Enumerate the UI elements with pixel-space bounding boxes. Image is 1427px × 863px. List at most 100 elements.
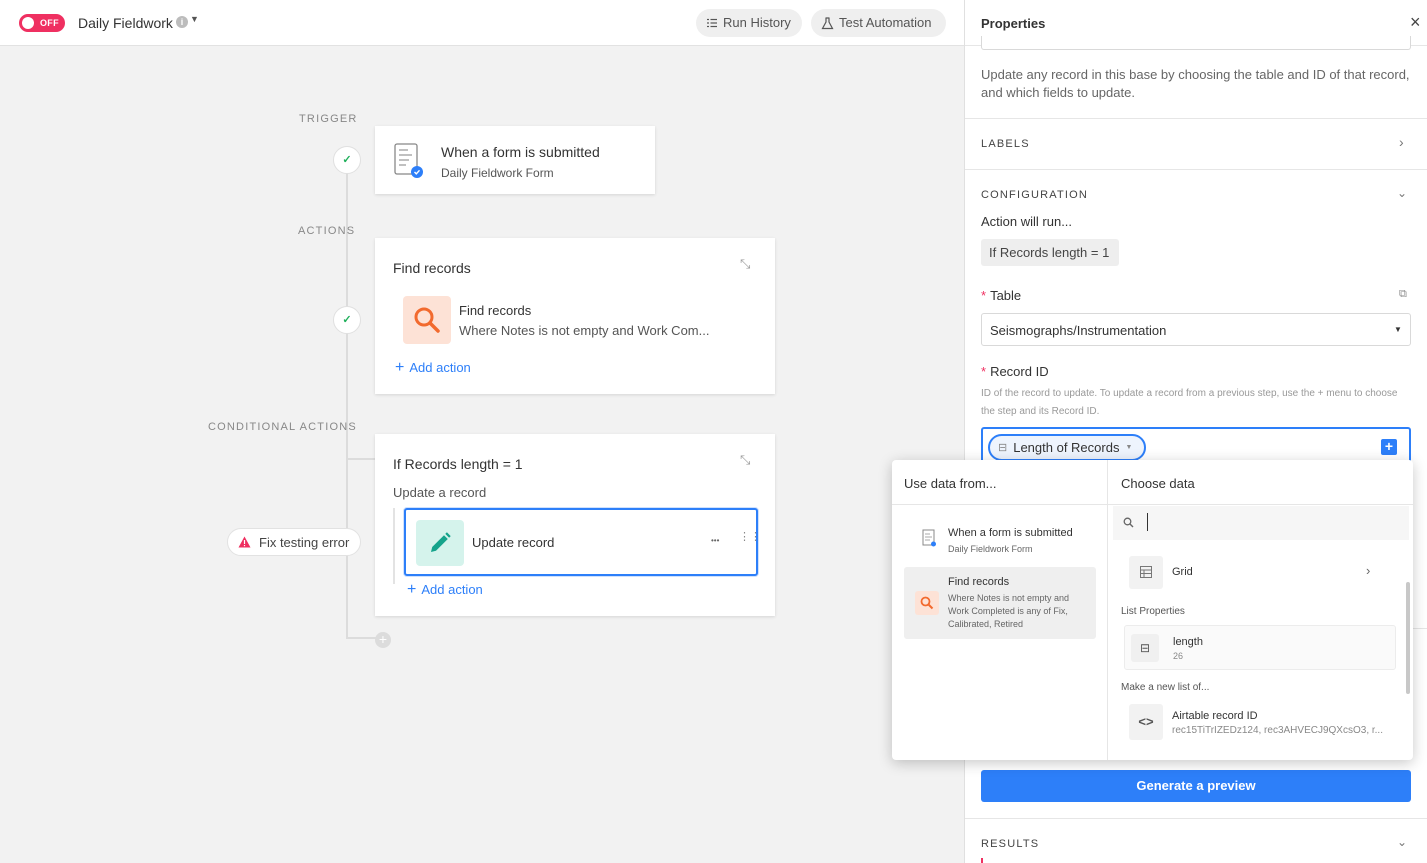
configuration-section-label: CONFIGURATION [981,189,1089,201]
will-run-label: Action will run... [981,214,1073,229]
search-icon [915,591,939,615]
source-title: Find records [948,576,1010,588]
find-action-title: Find records [459,303,532,318]
code-icon: <> [1129,704,1163,740]
trigger-check-icon: ✓ [333,146,361,174]
insert-data-plus-icon[interactable]: + [1381,439,1397,455]
select-caret-icon: ▼ [1394,325,1402,334]
conditional-card[interactable]: If Records length = 1 ⤡ Update a record … [375,434,775,616]
make-list-label: Make a new list of... [1121,682,1210,693]
source-title: When a form is submitted [948,527,1073,539]
chevron-down-icon[interactable]: ⌄ [1397,835,1407,849]
condition-chip[interactable]: If Records length = 1 [981,239,1119,266]
flask-icon [821,16,834,29]
table-select-value: Seismographs/Instrumentation [990,323,1167,338]
divider [892,504,1108,505]
automation-name[interactable]: Daily Fieldwork [78,15,173,31]
chevron-right-icon[interactable]: › [1399,134,1404,150]
use-data-from-header: Use data from... [904,476,997,491]
popup-scrollbar[interactable] [1406,582,1410,694]
record-id-token[interactable]: ⊟ Length of Records ▼ [988,434,1146,461]
test-automation-label: Test Automation [839,15,932,30]
source-item-form[interactable]: When a form is submitted Daily Fieldwork… [904,518,1096,562]
branch-line [346,458,376,460]
field-token-icon: ⊟ [998,442,1008,454]
record-id-help: ID of the record to update. To update a … [981,388,1398,417]
record-id-label: * Record ID [981,364,1049,379]
choose-data-header: Choose data [1121,476,1195,491]
length-item-name: length [1173,636,1203,648]
add-action-label: Add action [421,582,483,597]
table-select[interactable]: Seismographs/Instrumentation ▼ [981,313,1411,346]
actions-section-label: ACTIONS [298,225,356,237]
conditional-section-label: CONDITIONAL ACTIONS [208,421,357,433]
source-subtitle: Where Notes is not empty and Work Comple… [948,593,1070,629]
find-records-card[interactable]: Find records ⤡ Find records Where Notes … [375,238,775,394]
table-label-text: Table [990,288,1022,303]
find-action-icon-bg [403,296,451,344]
top-bar: OFF Daily Fieldwork i ▼ Run History Test… [0,0,964,46]
action-description: Update any record in this base by choosi… [981,67,1410,100]
record-id-item[interactable]: <> Airtable record ID rec15TiTrIZEDz124,… [1124,702,1404,744]
branch-indent-line [393,508,395,584]
generate-preview-button[interactable]: Generate a preview [981,770,1411,802]
trigger-card[interactable]: When a form is submitted Daily Fieldwork… [375,126,655,194]
fix-testing-error-button[interactable]: Fix testing error [227,528,361,556]
grid-item[interactable]: Grid › [1124,553,1404,591]
trigger-section-label: TRIGGER [299,113,358,125]
drag-handle-icon[interactable]: ⋮⋮ [739,532,761,543]
toggle-label: OFF [40,18,59,28]
record-id-item-value: rec15TiTrIZEDz124, rec3AHVECJ9QXcsO3, r.… [1172,725,1383,736]
list-properties-label: List Properties [1121,606,1185,617]
divider [965,118,1427,119]
update-action-icon-bg [416,520,464,566]
add-action-label: Add action [409,360,471,375]
run-history-button[interactable]: Run History [696,9,802,37]
close-icon[interactable]: × [1410,12,1421,33]
record-id-label-text: Record ID [990,364,1049,379]
results-section-label: RESULTS [981,838,1040,850]
search-icon [414,307,440,333]
add-action-button[interactable]: + Add action [407,581,483,599]
collapse-icon[interactable]: ⤡ [740,452,750,468]
test-automation-button[interactable]: Test Automation [811,9,946,37]
conditional-subtitle: Update a record [393,485,487,500]
info-icon[interactable]: i [176,16,188,28]
automation-toggle[interactable]: OFF [19,14,65,32]
add-branch-icon[interactable]: + [375,632,391,648]
choose-data-column: Choose data Grid › List Properties ⊟ len… [1108,460,1413,760]
grid-label: Grid [1172,566,1193,578]
divider [1108,504,1413,505]
update-action-title: Update record [472,535,555,550]
form-icon [922,529,936,547]
add-action-button[interactable]: + Add action [395,359,471,377]
source-column: Use data from... When a form is submitte… [892,460,1108,760]
chevron-down-icon[interactable]: ▼ [190,14,199,24]
open-table-icon[interactable]: ⧉ [1399,288,1407,301]
toggle-knob [22,17,34,29]
data-picker-popup: Use data from... When a form is submitte… [892,460,1413,760]
chevron-down-icon[interactable]: ⌄ [1397,186,1407,200]
labels-section-label: LABELS [981,138,1030,150]
branch-line-end [346,637,376,639]
chevron-right-icon: › [1366,563,1371,578]
update-record-action[interactable]: Update record ••• ⋮⋮ [404,508,761,576]
length-item[interactable]: ⊟ length 26 [1124,625,1396,670]
trigger-subtitle: Daily Fieldwork Form [441,166,554,180]
table-label: * Table [981,288,1021,303]
name-field[interactable] [981,36,1411,50]
required-mark: * [981,288,987,303]
collapse-icon[interactable]: ⤡ [740,256,750,272]
find-records-card-title: Find records [393,260,471,276]
source-item-find-records[interactable]: Find records Where Notes is not empty an… [904,567,1096,639]
error-marker [981,858,983,863]
trigger-title: When a form is submitted [441,144,600,160]
properties-title: Properties [981,16,1046,31]
search-bar[interactable] [1113,506,1409,540]
flow-line [346,172,348,638]
record-id-item-name: Airtable record ID [1172,710,1258,722]
grid-icon [1140,566,1152,578]
number-field-icon: ⊟ [1131,634,1159,662]
more-options-icon[interactable]: ••• [711,536,719,545]
fix-testing-error-label: Fix testing error [259,534,350,550]
